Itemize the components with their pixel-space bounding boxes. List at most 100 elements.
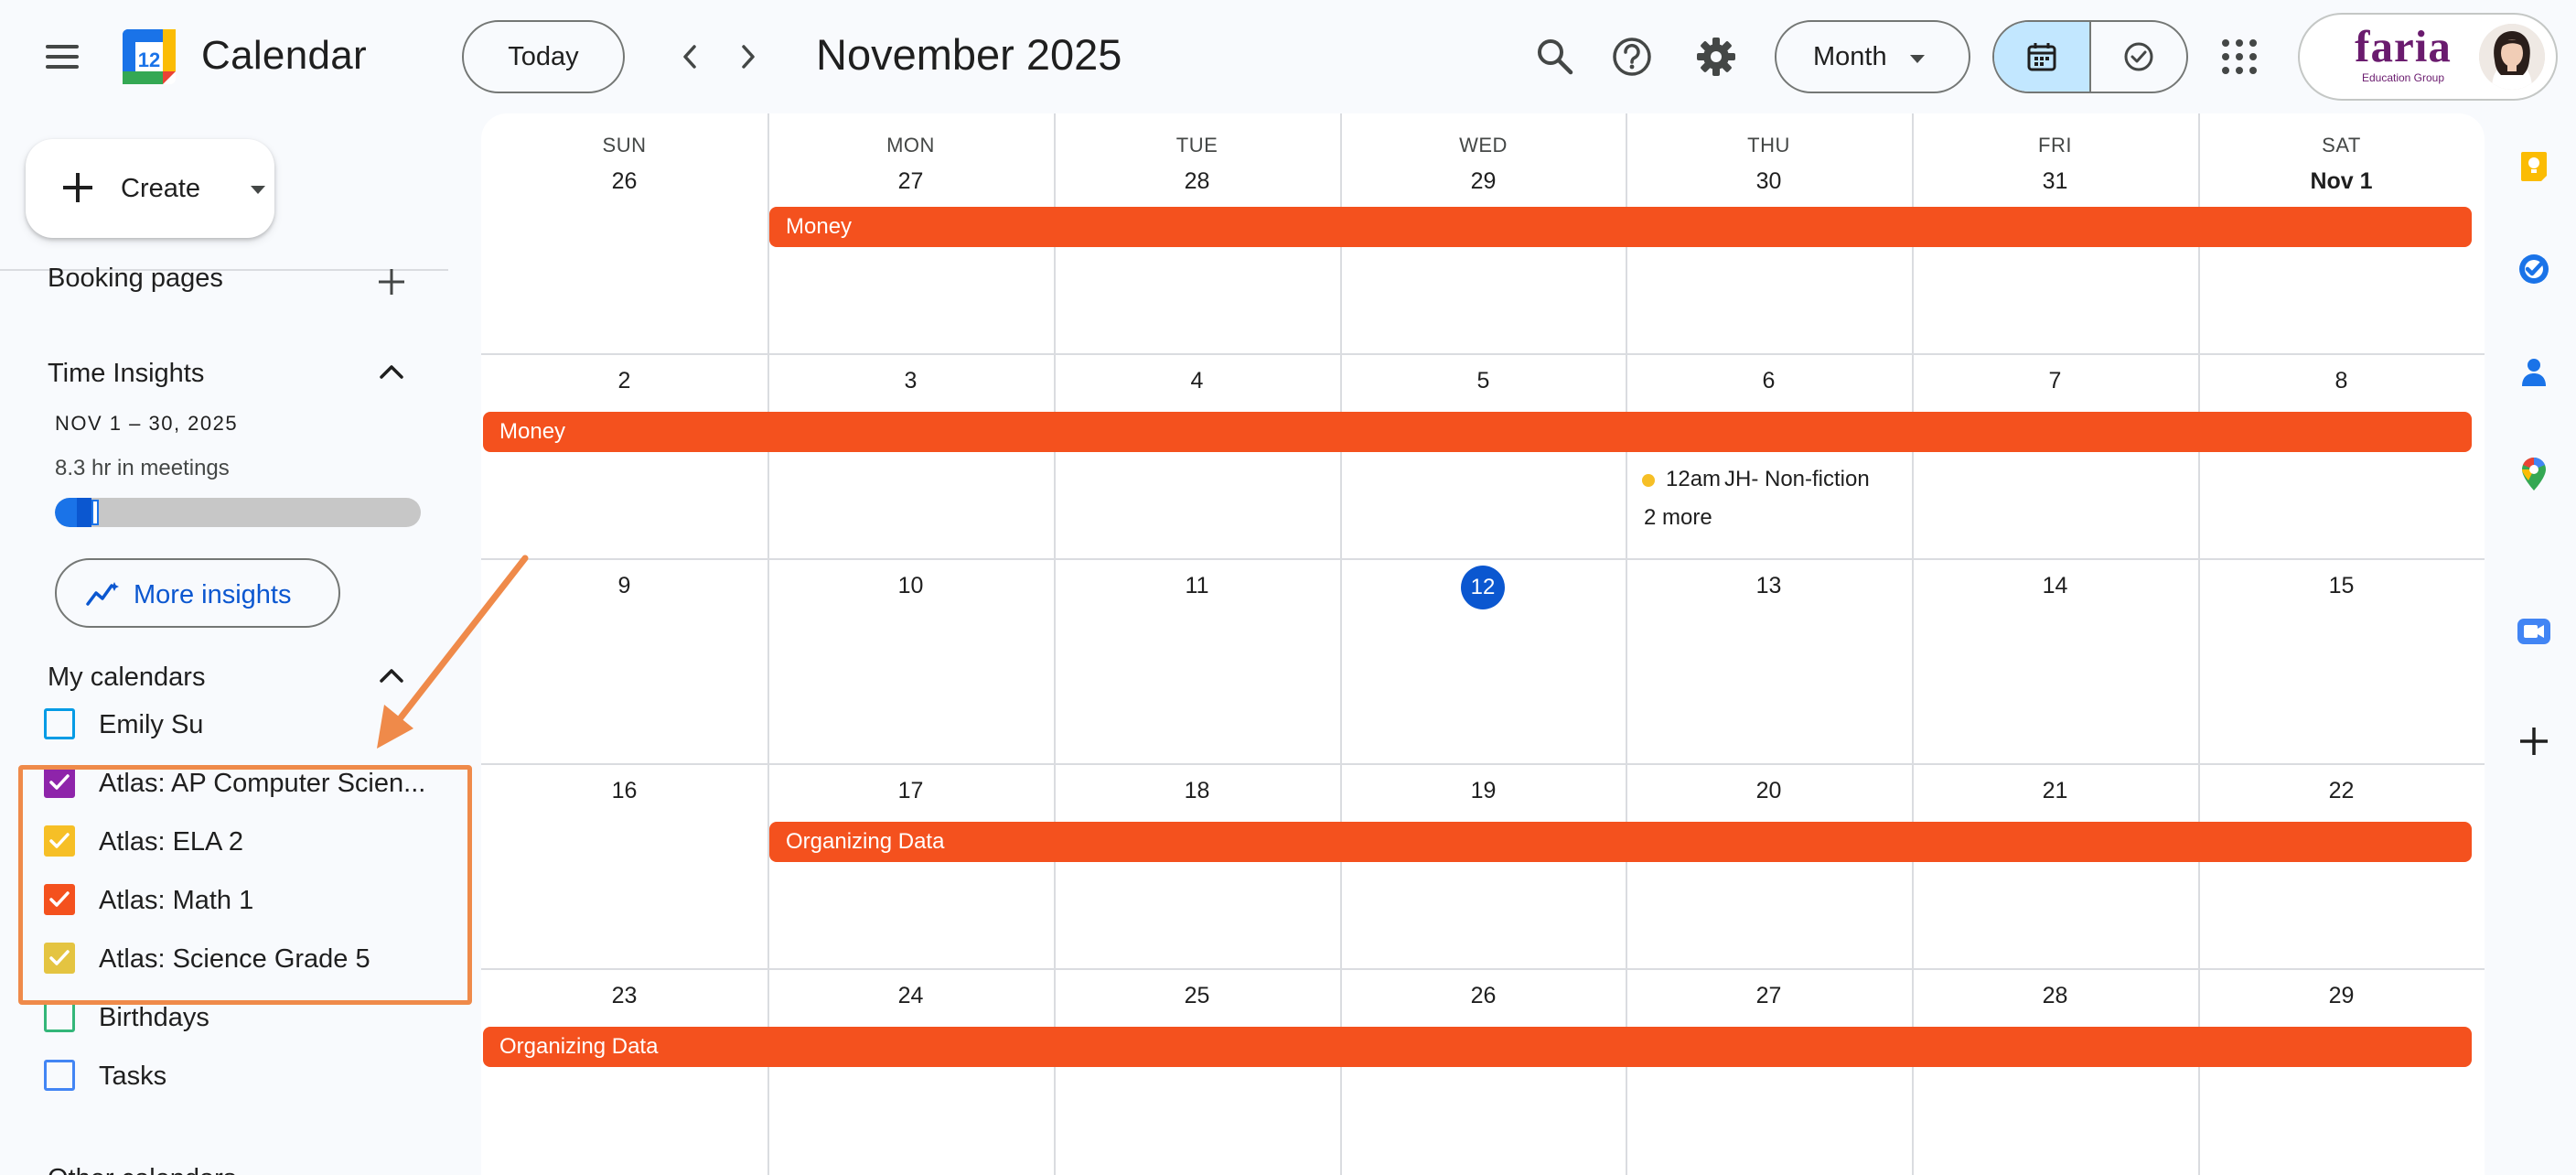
maps-icon[interactable] <box>2516 456 2552 492</box>
side-panel-rail <box>2485 113 2576 1175</box>
date-number[interactable]: 4 <box>1054 368 1340 394</box>
date-number[interactable]: 27 <box>767 168 1054 195</box>
app-title[interactable]: Calendar <box>201 33 367 79</box>
weekday-header: FRI <box>2038 134 2072 156</box>
date-number[interactable]: 28 <box>1912 983 2198 1009</box>
date-number[interactable]: 8 <box>2198 368 2485 394</box>
calendar-checkbox[interactable] <box>44 708 75 739</box>
all-day-event[interactable]: Money <box>483 412 2472 452</box>
date-number[interactable]: 13 <box>1626 573 1912 599</box>
meet-icon[interactable] <box>2516 613 2552 650</box>
date-number[interactable]: 28 <box>1054 168 1340 195</box>
tasks-icon[interactable] <box>2516 251 2552 287</box>
date-number[interactable]: 11 <box>1054 573 1340 599</box>
calendar-list-item[interactable]: Tasks <box>44 1058 446 1094</box>
grid-column-divider <box>1340 113 1342 1175</box>
date-number[interactable]: 6 <box>1626 368 1912 394</box>
date-number[interactable]: 9 <box>481 573 767 599</box>
all-day-event[interactable]: Organizing Data <box>769 822 2472 862</box>
date-number[interactable]: 31 <box>1912 168 2198 195</box>
insights-bar-segment-1 <box>55 498 77 527</box>
grid-row-divider <box>481 353 2485 355</box>
insights-progress-bar[interactable] <box>55 498 421 527</box>
keep-icon[interactable] <box>2516 148 2552 185</box>
chevron-left-icon[interactable] <box>668 35 712 79</box>
date-number[interactable]: 27 <box>1626 983 1912 1009</box>
more-insights-label: More insights <box>134 580 292 609</box>
avatar[interactable] <box>2479 24 2545 90</box>
calendar-app: 12 Calendar Today November 2025 Month fa… <box>0 0 2576 1175</box>
date-number[interactable]: 29 <box>1340 168 1626 195</box>
date-number[interactable]: 5 <box>1340 368 1626 394</box>
chevron-up-icon[interactable] <box>377 357 406 386</box>
calendar-checkbox[interactable] <box>44 1001 75 1032</box>
calendar-list-item[interactable]: Birthdays <box>44 999 446 1036</box>
org-name: faria <box>2355 21 2452 71</box>
calendar-view-icon[interactable] <box>1994 22 2091 92</box>
date-number[interactable]: 2 <box>481 368 767 394</box>
date-number[interactable]: Nov 1 <box>2198 168 2485 195</box>
help-icon[interactable] <box>1608 33 1656 81</box>
date-number[interactable]: 23 <box>481 983 767 1009</box>
other-calendars-heading[interactable]: Other calendars <box>48 1164 236 1175</box>
org-subtitle: Education Group <box>2361 71 2445 84</box>
account-switcher[interactable]: faria Education Group <box>2298 13 2558 101</box>
chevron-right-icon[interactable] <box>726 35 770 79</box>
date-number[interactable]: 7 <box>1912 368 2198 394</box>
more-insights-button[interactable]: More insights <box>55 558 340 628</box>
date-number[interactable]: 25 <box>1054 983 1340 1009</box>
insights-chart-icon <box>86 582 119 606</box>
weekday-header: MON <box>886 134 935 156</box>
date-number[interactable]: 29 <box>2198 983 2485 1009</box>
period-title: November 2025 <box>816 30 1122 79</box>
chevron-up-icon[interactable] <box>377 661 406 690</box>
create-button[interactable]: Create <box>26 139 274 238</box>
logo-day-number: 12 <box>138 49 160 71</box>
booking-pages-heading[interactable]: Booking pages <box>48 264 223 294</box>
task-check-icon[interactable] <box>2091 22 2186 92</box>
insights-bar-segment-3 <box>91 500 99 525</box>
grid-column-divider <box>1626 113 1627 1175</box>
view-selector[interactable]: Month <box>1775 20 1970 93</box>
more-events-link[interactable]: 2 more <box>1644 505 1712 531</box>
all-day-event[interactable]: Money <box>769 207 2472 247</box>
date-number[interactable]: 16 <box>481 778 767 804</box>
time-insights-heading[interactable]: Time Insights <box>48 359 204 389</box>
date-number[interactable]: 18 <box>1054 778 1340 804</box>
calendar-checkbox[interactable] <box>44 1060 75 1091</box>
my-calendars-heading[interactable]: My calendars <box>48 663 205 693</box>
search-icon[interactable] <box>1531 33 1579 81</box>
date-number[interactable]: 10 <box>767 573 1054 599</box>
sidebar: Create Booking pages Time Insights NOV 1… <box>0 113 476 1175</box>
date-number[interactable]: 30 <box>1626 168 1912 195</box>
date-number[interactable]: 21 <box>1912 778 2198 804</box>
contacts-icon[interactable] <box>2516 353 2552 390</box>
main-menu-icon[interactable] <box>33 27 91 86</box>
event-time: 12am <box>1666 467 1722 491</box>
timed-event[interactable]: 12am JH- Non-fiction <box>1640 463 1906 496</box>
date-number[interactable]: 22 <box>2198 778 2485 804</box>
add-icon[interactable] <box>2516 723 2552 760</box>
calendar-list-item[interactable]: Emily Su <box>44 706 446 743</box>
apps-grid-icon[interactable] <box>2217 35 2261 79</box>
today-button[interactable]: Today <box>462 20 625 93</box>
date-number[interactable]: 17 <box>767 778 1054 804</box>
today-date-number[interactable]: 12 <box>1461 566 1505 609</box>
date-number[interactable]: 20 <box>1626 778 1912 804</box>
calendar-logo-icon[interactable]: 12 <box>119 26 179 88</box>
all-day-event[interactable]: Organizing Data <box>483 1027 2472 1067</box>
org-logo: faria Education Group <box>2331 22 2475 93</box>
date-number[interactable]: 24 <box>767 983 1054 1009</box>
event-color-dot <box>1642 474 1655 487</box>
add-booking-page-icon[interactable] <box>375 265 408 298</box>
grid-column-divider <box>1912 113 1914 1175</box>
calendar-label: Tasks <box>99 1062 167 1091</box>
date-number[interactable]: 26 <box>1340 983 1626 1009</box>
date-number[interactable]: 15 <box>2198 573 2485 599</box>
view-selector-label: Month <box>1813 41 1887 71</box>
date-number[interactable]: 26 <box>481 168 767 195</box>
date-number[interactable]: 3 <box>767 368 1054 394</box>
gear-icon[interactable] <box>1692 33 1740 81</box>
date-number[interactable]: 14 <box>1912 573 2198 599</box>
date-number[interactable]: 19 <box>1340 778 1626 804</box>
